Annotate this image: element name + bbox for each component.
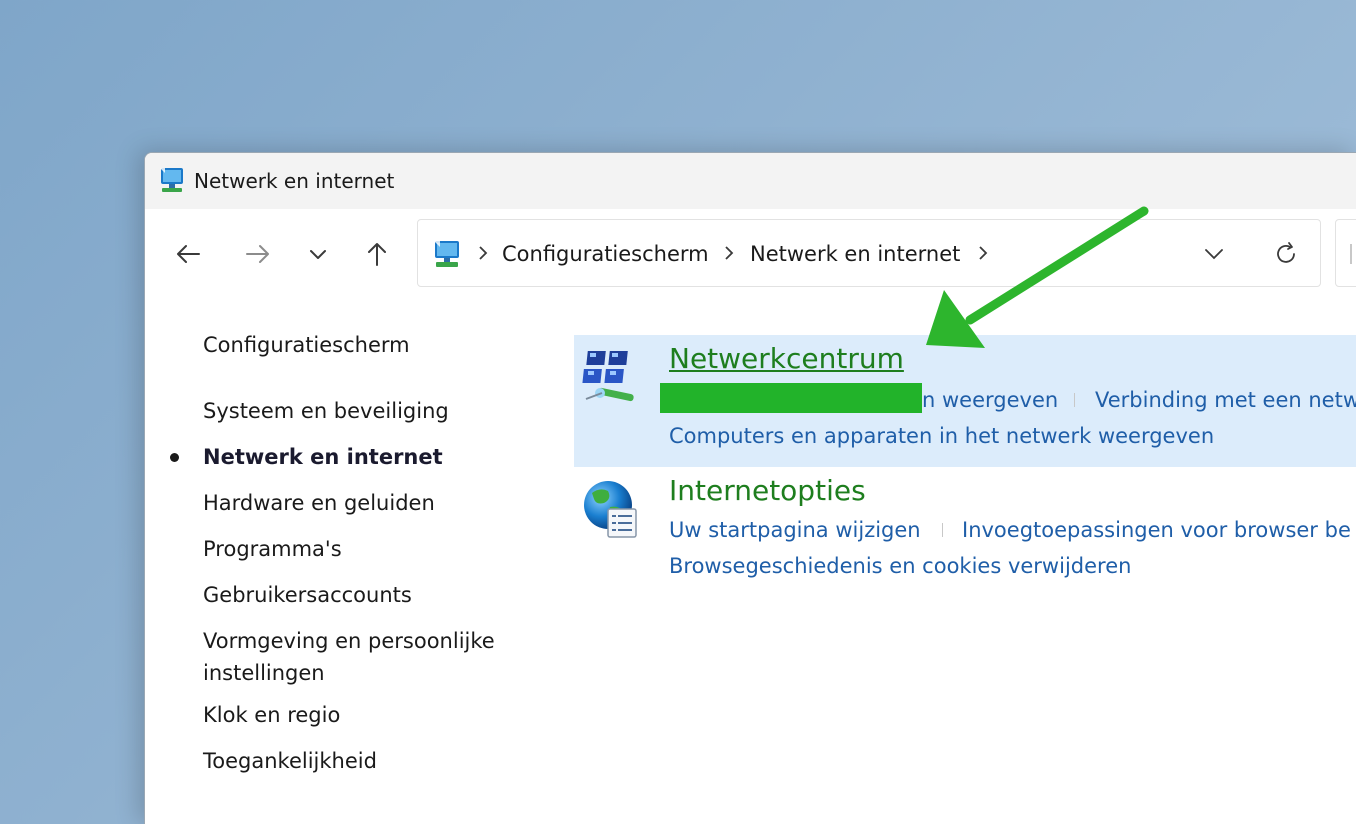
invoegtoepassingen-link[interactable]: Invoegtoepassingen voor browser be [962, 515, 1351, 545]
redaction-bar [660, 383, 922, 413]
verbinding-met-netwerk-link[interactable]: Verbinding met een netw [1095, 385, 1356, 415]
sidebar-item-netwerk-en-internet[interactable]: Netwerk en internet [203, 441, 443, 473]
internet-options-globe-icon [584, 481, 637, 538]
sidebar: Configuratiescherm Systeem en beveiligin… [145, 299, 565, 819]
navigation-bar: Configuratiescherm Netwerk en internet [145, 209, 1356, 299]
refresh-button[interactable] [1270, 238, 1302, 270]
computers-en-apparaten-link[interactable]: Computers en apparaten in het netwerk we… [669, 421, 1214, 451]
sidebar-item-klok-en-regio[interactable]: Klok en regio [203, 699, 340, 731]
link-separator [942, 523, 943, 537]
category-internetopties: Internetopties Uw startpagina wijzigen I… [574, 473, 1356, 593]
link-separator [1074, 393, 1075, 407]
recent-locations-button[interactable] [298, 237, 338, 271]
address-history-dropdown[interactable] [1198, 240, 1230, 268]
sidebar-item-vormgeving-line2[interactable]: instellingen [203, 657, 325, 689]
chevron-down-icon [310, 250, 326, 259]
forward-button[interactable] [238, 237, 278, 271]
arrow-left-icon [177, 245, 200, 263]
control-panel-window: Netwerk en internet Configuratiescherm N… [144, 152, 1356, 824]
sidebar-item-programmas[interactable]: Programma's [203, 533, 342, 565]
startpagina-wijzigen-link[interactable]: Uw startpagina wijzigen [669, 515, 921, 545]
sidebar-item-hardware-en-geluiden[interactable]: Hardware en geluiden [203, 487, 435, 519]
netwerkcentrum-title[interactable]: Netwerkcentrum [669, 341, 904, 377]
network-folder-icon [434, 241, 459, 267]
browsegeschiedenis-link[interactable]: Browsegeschiedenis en cookies verwijdere… [669, 551, 1131, 581]
sidebar-item-vormgeving[interactable]: Vormgeving en persoonlijke [203, 625, 495, 657]
sidebar-item-toegankelijkheid[interactable]: Toegankelijkheid [203, 745, 377, 777]
active-bullet [170, 453, 179, 462]
chevron-right-icon [725, 246, 734, 260]
search-caret [1350, 244, 1352, 264]
network-center-icon [582, 351, 634, 402]
sidebar-item-gebruikersaccounts[interactable]: Gebruikersaccounts [203, 579, 412, 611]
sidebar-item-systeem-en-beveiliging[interactable]: Systeem en beveiliging [203, 395, 449, 427]
search-box[interactable] [1335, 219, 1356, 287]
breadcrumb-netwerk-en-internet[interactable]: Netwerk en internet [750, 242, 960, 266]
chevron-right-icon [479, 246, 488, 260]
breadcrumb-configuratiescherm[interactable]: Configuratiescherm [502, 242, 709, 266]
sidebar-item-configuratiescherm[interactable]: Configuratiescherm [203, 329, 410, 361]
netwerkstatus-weergeven-link[interactable]: n weergeven [922, 385, 1058, 415]
network-folder-icon [160, 168, 183, 192]
desktop-background: Netwerk en internet Configuratiescherm N… [0, 0, 1356, 824]
address-bar[interactable]: Configuratiescherm Netwerk en internet [417, 219, 1321, 287]
back-button[interactable] [168, 237, 208, 271]
up-button[interactable] [357, 237, 397, 271]
internetopties-title[interactable]: Internetopties [669, 473, 866, 509]
arrow-up-icon [368, 243, 386, 266]
window-title: Netwerk en internet [194, 169, 395, 193]
category-list: Netwerkcentrum n weergeven Verbinding me… [574, 335, 1356, 815]
category-netwerkcentrum: Netwerkcentrum n weergeven Verbinding me… [574, 335, 1356, 467]
arrow-right-icon [246, 245, 269, 263]
chevron-down-icon [1205, 249, 1223, 260]
title-bar: Netwerk en internet [145, 153, 1356, 209]
chevron-right-icon[interactable] [976, 244, 990, 262]
refresh-icon [1277, 242, 1295, 263]
